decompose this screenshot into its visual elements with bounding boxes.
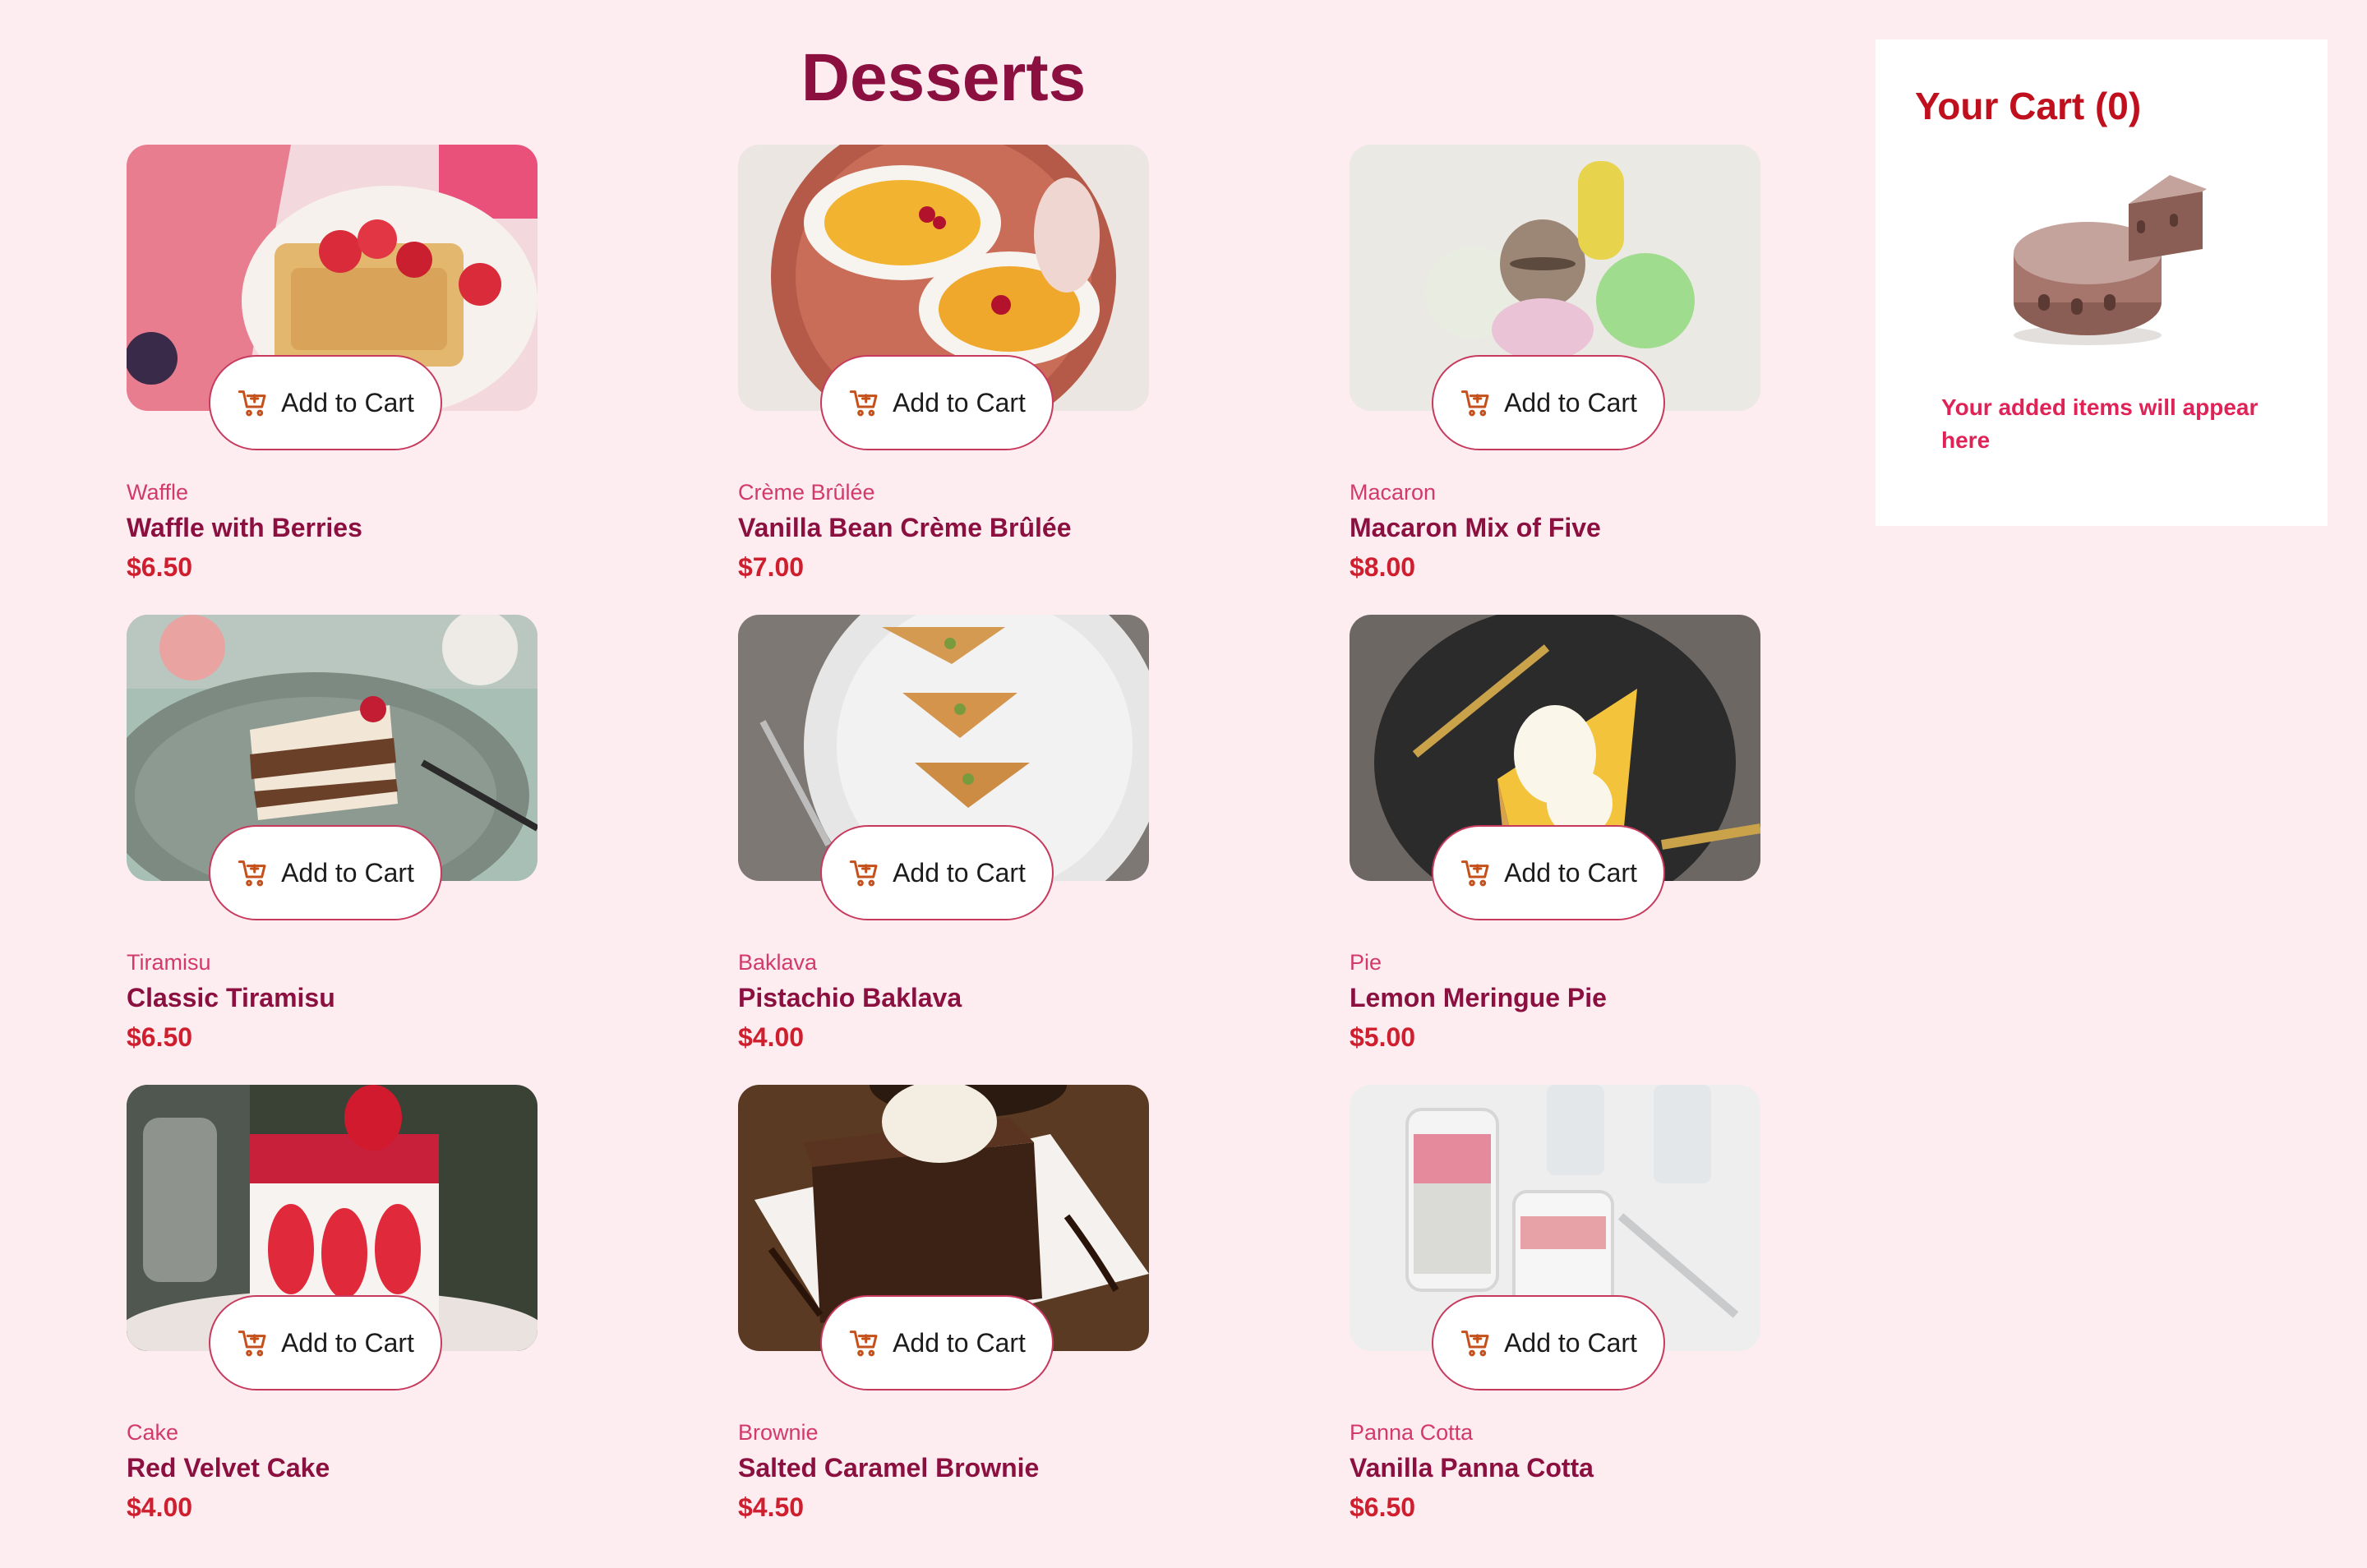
product-name: Salted Caramel Brownie — [738, 1453, 1040, 1483]
cart-panel: Your Cart (0) Your added items will appe… — [1876, 39, 2328, 526]
product-category: Panna Cotta — [1350, 1420, 1474, 1445]
product-category: Baklava — [738, 950, 818, 975]
product-card: Add to Cart Macaron Macaron Mix of Five … — [1350, 145, 1760, 615]
product-name: Pistachio Baklava — [738, 983, 962, 1012]
add-to-cart-label: Add to Cart — [893, 857, 1026, 888]
add-to-cart-label: Add to Cart — [281, 857, 414, 888]
dessert-shop-page: Desserts Add to Cart Waffle Waffle with … — [0, 0, 2367, 1568]
add-to-cart-button[interactable]: Add to Cart — [1432, 825, 1665, 920]
add-to-cart-button[interactable]: Add to Cart — [1432, 1295, 1665, 1390]
product-card: Add to Cart Pie Lemon Meringue Pie $5.00 — [1350, 615, 1760, 1085]
product-category: Tiramisu — [127, 950, 211, 975]
product-price: $7.00 — [738, 552, 805, 582]
add-to-cart-button[interactable]: Add to Cart — [209, 355, 442, 450]
add-to-cart-button[interactable]: Add to Cart — [820, 355, 1054, 450]
product-card: Add to Cart Panna Cotta Vanilla Panna Co… — [1350, 1085, 1760, 1555]
add-to-cart-button[interactable]: Add to Cart — [209, 825, 442, 920]
product-category: Crème Brûlée — [738, 480, 875, 505]
add-to-cart-icon — [849, 1330, 878, 1357]
add-to-cart-button[interactable]: Add to Cart — [820, 825, 1054, 920]
product-card: Add to Cart Cake Red Velvet Cake $4.00 — [127, 1085, 538, 1555]
product-category: Waffle — [127, 480, 189, 505]
add-to-cart-icon — [849, 860, 878, 887]
product-name: Macaron Mix of Five — [1350, 513, 1601, 542]
product-price: $4.00 — [127, 1492, 193, 1522]
product-name: Red Velvet Cake — [127, 1453, 330, 1483]
product-price: $6.50 — [127, 1022, 193, 1052]
product-name: Lemon Meringue Pie — [1350, 983, 1607, 1012]
product-price: $4.50 — [738, 1492, 805, 1522]
product-name: Waffle with Berries — [127, 513, 362, 542]
product-category: Pie — [1350, 950, 1382, 975]
product-price: $6.50 — [127, 552, 193, 582]
product-card: Add to Cart Waffle Waffle with Berries $… — [127, 145, 538, 615]
product-card: Add to Cart Baklava Pistachio Baklava $4… — [738, 615, 1149, 1085]
cart-empty-message: Your added items will appear here — [1941, 394, 2259, 453]
product-price: $8.00 — [1350, 552, 1416, 582]
add-to-cart-button[interactable]: Add to Cart — [209, 1295, 442, 1390]
add-to-cart-icon — [1460, 1330, 1489, 1357]
product-card: Add to Cart Tiramisu Classic Tiramisu $6… — [127, 615, 538, 1085]
add-to-cart-label: Add to Cart — [893, 387, 1026, 417]
product-category: Brownie — [738, 1420, 819, 1445]
add-to-cart-label: Add to Cart — [281, 1327, 414, 1358]
product-name: Vanilla Bean Crème Brûlée — [738, 513, 1072, 542]
product-card: Add to Cart Crème Brûlée Vanilla Bean Cr… — [738, 145, 1149, 615]
product-price: $4.00 — [738, 1022, 805, 1052]
cake-icon — [2014, 175, 2207, 345]
product-name: Vanilla Panna Cotta — [1350, 1453, 1594, 1483]
product-card: Add to Cart Brownie Salted Caramel Brown… — [738, 1085, 1149, 1555]
product-category: Macaron — [1350, 480, 1437, 505]
product-name: Classic Tiramisu — [127, 983, 335, 1012]
add-to-cart-icon — [238, 390, 266, 417]
add-to-cart-button[interactable]: Add to Cart — [1432, 355, 1665, 450]
add-to-cart-label: Add to Cart — [281, 387, 414, 417]
product-grid: Add to Cart Waffle Waffle with Berries $… — [127, 145, 1760, 1555]
add-to-cart-button[interactable]: Add to Cart — [820, 1295, 1054, 1390]
add-to-cart-label: Add to Cart — [893, 1327, 1026, 1358]
add-to-cart-label: Add to Cart — [1504, 857, 1637, 888]
page-title: Desserts — [801, 40, 1087, 115]
product-price: $5.00 — [1350, 1022, 1416, 1052]
add-to-cart-icon — [1460, 390, 1489, 417]
product-category: Cake — [127, 1420, 179, 1445]
product-price: $6.50 — [1350, 1492, 1416, 1522]
add-to-cart-icon — [238, 1330, 266, 1357]
add-to-cart-label: Add to Cart — [1504, 1327, 1637, 1358]
add-to-cart-label: Add to Cart — [1504, 387, 1637, 417]
cart-title: Your Cart (0) — [1915, 85, 2142, 127]
add-to-cart-icon — [238, 860, 266, 887]
add-to-cart-icon — [1460, 860, 1489, 887]
add-to-cart-icon — [849, 390, 878, 417]
